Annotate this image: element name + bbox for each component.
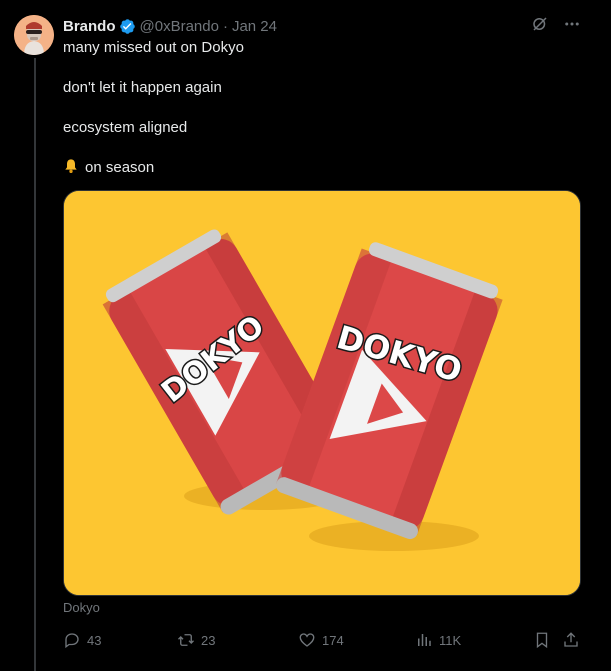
like-count: 174	[322, 632, 344, 648]
tweet-action-bar: 43 23 174 11K	[63, 626, 583, 654]
views-count: 11K	[439, 632, 462, 648]
tweet-date[interactable]: Jan 24	[232, 18, 277, 35]
tweet-text-line: don't let it happen again	[63, 79, 222, 96]
verified-badge-icon	[119, 18, 136, 35]
reply-button[interactable]: 43	[63, 626, 101, 654]
bookmark-icon	[536, 632, 548, 649]
tweet-text-line: ecosystem aligned	[63, 119, 188, 136]
bookmark-button[interactable]	[533, 626, 551, 654]
heart-icon	[299, 633, 315, 647]
separator-dot: ·	[222, 17, 228, 35]
tweet-top-actions	[531, 15, 581, 33]
views-icon	[418, 634, 431, 646]
repost-count: 23	[201, 632, 216, 648]
views-button[interactable]: 11K	[415, 626, 461, 654]
bell-icon	[63, 158, 79, 174]
tweet-text-line: many missed out on Dokyo	[63, 39, 244, 56]
share-button[interactable]	[562, 626, 580, 654]
reply-count: 43	[87, 632, 102, 648]
grok-icon[interactable]	[531, 15, 549, 33]
repost-icon	[178, 634, 194, 646]
tweet[interactable]: Brando @0xBrando · Jan 24 many missed ou…	[0, 0, 611, 671]
like-button[interactable]: 174	[298, 626, 344, 654]
thread-line	[34, 58, 36, 671]
tweet-text-line-bell: on season	[63, 158, 154, 178]
media-caption: Dokyo	[63, 600, 100, 615]
tweet-header: Brando @0xBrando · Jan 24	[63, 15, 277, 37]
author-handle[interactable]: @0xBrando	[140, 18, 219, 35]
avatar[interactable]	[14, 15, 54, 55]
share-icon	[564, 632, 578, 647]
tweet-text-bell-label: on season	[85, 159, 155, 176]
author-name[interactable]: Brando	[63, 18, 116, 35]
tweet-media-image[interactable]: DOKYO DOKYO	[63, 190, 581, 596]
reply-icon	[65, 633, 79, 649]
more-icon[interactable]	[563, 15, 581, 33]
repost-button[interactable]: 23	[177, 626, 215, 654]
